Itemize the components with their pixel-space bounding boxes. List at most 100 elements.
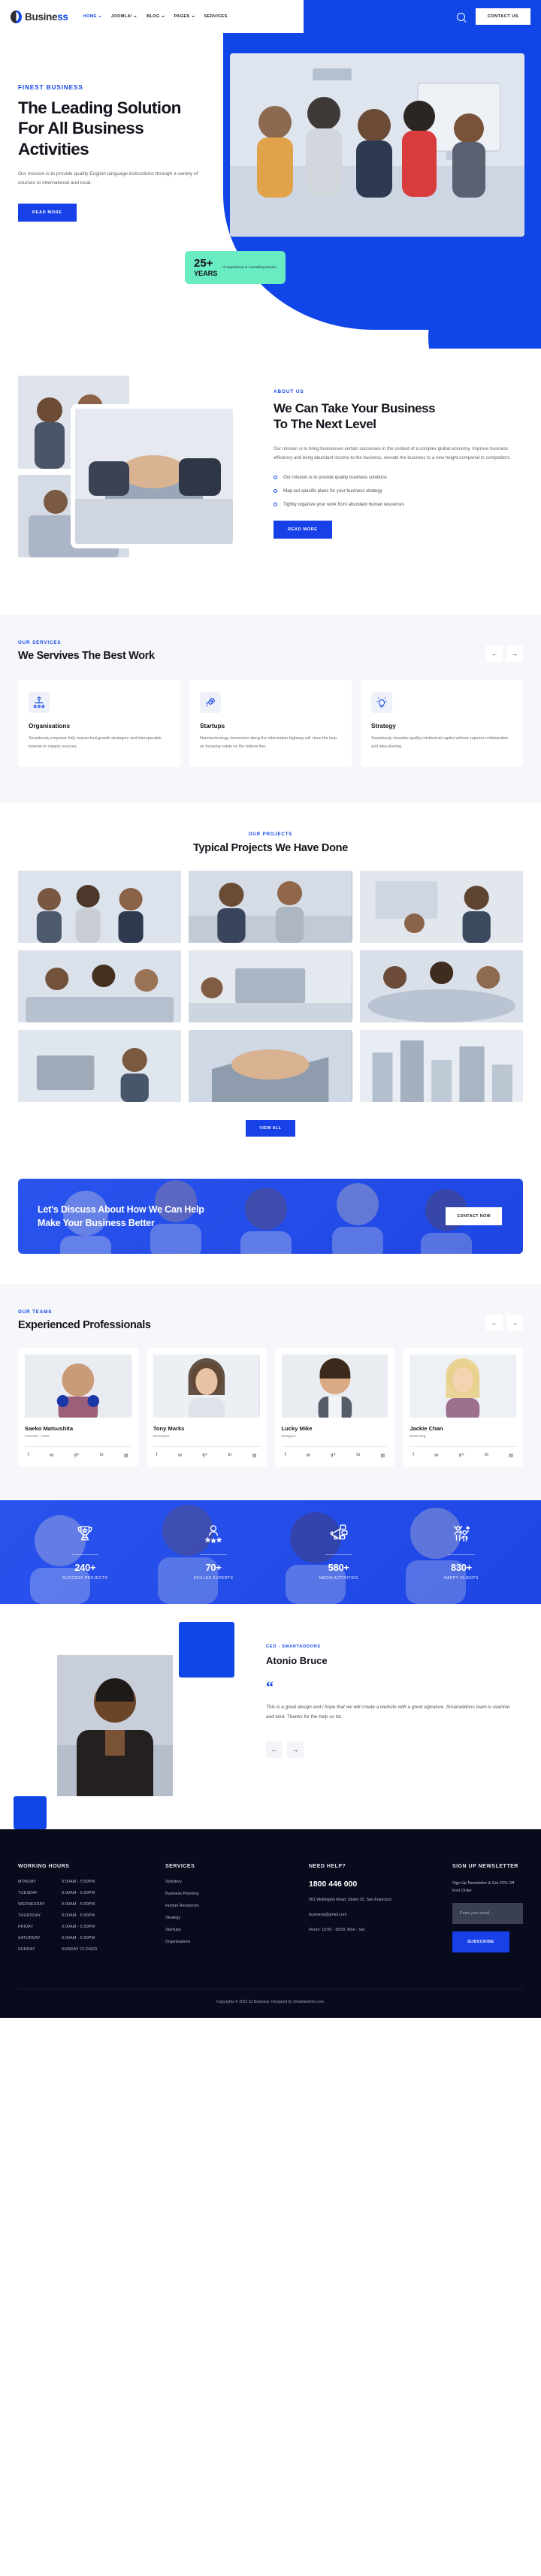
brand-logo[interactable]: Business [11, 10, 68, 23]
footer-link[interactable]: Human Resources [165, 1904, 297, 1908]
facebook-icon[interactable]: f [28, 1453, 29, 1458]
newsletter-email-input[interactable] [452, 1903, 523, 1925]
hero-title: The Leading Solution For All Business Ac… [18, 98, 181, 159]
about-bullet: Tightly organize your work from abundant… [274, 502, 523, 507]
facebook-icon[interactable]: f [156, 1453, 158, 1458]
service-card[interactable]: Strategy Seamlessly visualize quality in… [361, 680, 523, 768]
subscribe-button[interactable]: SUBSCRIBE [452, 1931, 509, 1953]
divider [153, 1446, 260, 1448]
facebook-icon[interactable]: f [413, 1453, 414, 1458]
project-tile[interactable] [189, 1030, 352, 1103]
view-all-button[interactable]: VIEW ALL [246, 1120, 295, 1137]
footer-link[interactable]: StartUps [165, 1928, 297, 1932]
project-tile[interactable] [189, 871, 352, 944]
linkedin-icon[interactable]: in [228, 1453, 232, 1458]
team-member-card[interactable]: Jackie Chan Marketing f ✉ g+ in ▤ [403, 1348, 523, 1468]
project-tile[interactable] [359, 871, 523, 944]
google-plus-icon[interactable]: g+ [459, 1453, 464, 1458]
testimonial-quote: This is a great design and i hope that w… [266, 1705, 510, 1720]
nav-item-pages[interactable]: PAGES [174, 14, 195, 19]
org-chart-icon [29, 692, 50, 713]
google-plus-icon[interactable]: g+ [331, 1453, 336, 1458]
team-member-card[interactable]: Tony Marks Developer f ✉ g+ in ▤ [146, 1348, 267, 1468]
hero-read-more-button[interactable]: READ MORE [18, 204, 77, 222]
service-desc: Seamlessly visualize quality intellectua… [371, 736, 509, 749]
instagram-icon[interactable]: ▤ [509, 1453, 513, 1458]
services-prev-arrow-icon[interactable]: ← [486, 645, 503, 662]
footer-newsletter: SIGN UP NEWSLETTER Sign Up Newsletter & … [452, 1864, 523, 1958]
project-tile[interactable] [359, 1030, 523, 1103]
contact-now-button[interactable]: CONTACT NOW [446, 1207, 502, 1226]
twitter-icon[interactable]: ✉ [178, 1453, 182, 1458]
team-prev-arrow-icon[interactable]: ← [486, 1315, 503, 1332]
about-title: We Can Take Your Business To The Next Le… [274, 401, 436, 432]
about-paragraph: Our mission is to bring businesses certa… [274, 445, 511, 461]
linkedin-icon[interactable]: in [485, 1453, 488, 1458]
nav-item-services[interactable]: SERVICES [204, 14, 228, 19]
facebook-icon[interactable]: f [285, 1453, 286, 1458]
stat-number: 240+ [74, 1562, 96, 1574]
project-tile[interactable] [18, 1030, 182, 1103]
instagram-icon[interactable]: ▤ [124, 1453, 128, 1458]
hours-row: SATURDAY 9:00AM - 5:00PM [18, 1936, 95, 1941]
cta-wrapper: Let's Discuss About How We Can Help Make… [0, 1168, 541, 1285]
team-member-card[interactable]: Lucky Mike Designer f ✉ g+ in ▤ [274, 1348, 395, 1468]
about-bullet: Our mission is to provide quality busine… [274, 475, 523, 480]
nav-item-joomla[interactable]: JOOMLA! [111, 14, 138, 19]
experience-badge: 25+ YEARS of experience in consulting se… [185, 251, 286, 284]
team-header: OUR TEAMS Experienced Professionals ← → [18, 1309, 523, 1332]
team-social-links: f ✉ g+ in ▤ [153, 1453, 260, 1458]
instagram-icon[interactable]: ▤ [381, 1453, 385, 1458]
team-member-name: Tony Marks [153, 1425, 185, 1433]
hero-eyebrow: FINEST BUSINESS [18, 84, 83, 91]
instagram-icon[interactable]: ▤ [252, 1453, 257, 1458]
linkedin-icon[interactable]: in [100, 1453, 104, 1458]
team-cards: Saeko Matsushita Founder - CEO f ✉ g+ in… [18, 1348, 523, 1468]
project-tile[interactable] [18, 871, 182, 944]
twitter-icon[interactable]: ✉ [434, 1453, 438, 1458]
circle-split-logo-icon [11, 10, 22, 23]
team-member-card[interactable]: Saeko Matsushita Founder - CEO f ✉ g+ in… [18, 1348, 138, 1468]
testimonial-name: Atonio Bruce [266, 1655, 328, 1667]
badge-years: YEARS [194, 269, 218, 277]
team-social-links: f ✉ g+ in ▤ [25, 1453, 131, 1458]
footer-link[interactable]: Strategy [165, 1916, 297, 1920]
footer-need-help: NEED HELP? 1800 446 000 561 Wellington R… [309, 1864, 440, 1958]
nav-item-home[interactable]: HOME [83, 14, 101, 19]
stat-label: SKILLED EXPERTS [193, 1576, 234, 1581]
testimonial-prev-arrow-icon[interactable]: ← [266, 1741, 283, 1759]
linkedin-icon[interactable]: in [356, 1453, 360, 1458]
project-tile[interactable] [18, 950, 182, 1023]
divider [25, 1446, 131, 1448]
service-title: Organisations [29, 723, 71, 729]
footer-link[interactable]: Business Planning [165, 1892, 297, 1896]
service-card[interactable]: Startups Nanotechnology immersion along … [189, 680, 352, 768]
footer-email[interactable]: business@gmail.com [309, 1912, 440, 1919]
service-card[interactable]: Organisations Seamlessly empower fully r… [18, 680, 180, 768]
twitter-icon[interactable]: ✉ [50, 1453, 53, 1458]
google-plus-icon[interactable]: g+ [74, 1453, 80, 1458]
hours-row: WEDNESDAY 9:00AM - 5:00PM [18, 1902, 95, 1907]
person-stars-icon [194, 1524, 234, 1545]
nav-item-blog[interactable]: BLOG [147, 14, 165, 19]
google-plus-icon[interactable]: g+ [202, 1453, 207, 1458]
twitter-icon[interactable]: ✉ [307, 1453, 310, 1458]
footer-link[interactable]: Organisations [165, 1940, 297, 1944]
project-tile[interactable] [359, 950, 523, 1023]
project-tile[interactable] [189, 950, 352, 1023]
testimonial-next-arrow-icon[interactable]: → [287, 1741, 304, 1759]
about-content: ABOUT US We Can Take Your Business To Th… [274, 376, 523, 577]
services-next-arrow-icon[interactable]: → [506, 645, 523, 662]
footer-link[interactable]: Solicitory [165, 1880, 297, 1884]
badge-numbers: 25+ YEARS [194, 258, 218, 277]
bullet-ring-icon [274, 488, 277, 493]
service-desc: Nanotechnology immersion along the infor… [200, 736, 337, 749]
service-title: Strategy [371, 723, 396, 729]
search-icon[interactable] [456, 12, 465, 21]
team-next-arrow-icon[interactable]: → [506, 1315, 523, 1332]
about-read-more-button[interactable]: READ MORE [274, 520, 332, 539]
stat-label: HAPPY CLIENTS [443, 1576, 479, 1581]
team-member-name: Saeko Matsushita [25, 1425, 74, 1433]
testimonial-section: CEO - SMARTADDONS Atonio Bruce “ This is… [0, 1604, 541, 1830]
contact-us-button[interactable]: CONTACT US [475, 8, 530, 25]
